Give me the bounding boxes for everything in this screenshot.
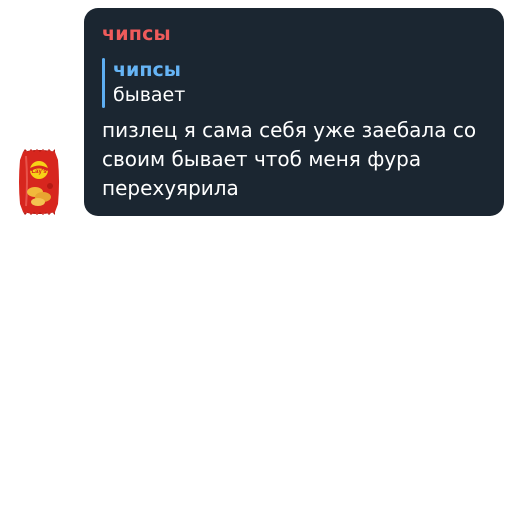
avatar[interactable]: Lay's <box>14 146 64 216</box>
reply-body: чипсы бывает <box>105 58 185 108</box>
reply-quote[interactable]: чипсы бывает <box>102 58 490 108</box>
sender-name[interactable]: чипсы <box>102 22 490 46</box>
reply-text: бывает <box>113 84 186 106</box>
chat-screen: Lay's чипсы чипсы бывает пизлец я сама с… <box>0 0 512 512</box>
lays-logo-text: Lay's <box>31 169 47 175</box>
message-text: пизлец я сама себя уже заебала со своим … <box>102 118 477 200</box>
lays-chips-bag-icon: Lay's <box>19 149 59 215</box>
message-bubble[interactable]: чипсы чипсы бывает пизлец я сама себя уж… <box>84 8 504 216</box>
reply-sender-name: чипсы <box>113 59 181 81</box>
